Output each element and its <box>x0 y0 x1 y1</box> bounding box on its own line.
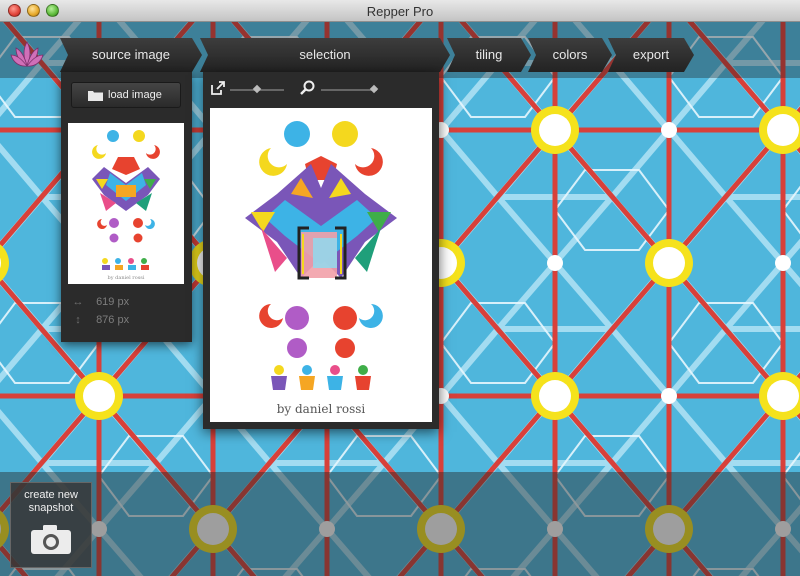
zoom-slider[interactable] <box>321 84 379 94</box>
tab-source-image[interactable]: source image <box>60 38 202 72</box>
tab-export[interactable]: export <box>608 38 694 72</box>
tab-colors[interactable]: colors <box>528 38 612 72</box>
artwork-credit: by daniel rossi <box>276 402 366 416</box>
tab-selection[interactable]: selection <box>200 38 450 72</box>
expand-icon[interactable] <box>211 81 225 95</box>
tab-tiling[interactable]: tiling <box>447 38 531 72</box>
create-snapshot-button[interactable]: create new snapshot <box>10 482 92 568</box>
folder-icon <box>88 91 103 101</box>
selection-toolbar <box>203 72 439 106</box>
snapshot-strip <box>0 472 800 576</box>
snapshot-label-line-1: create new <box>24 489 78 501</box>
height-arrow-icon: ↕ <box>75 314 81 326</box>
load-image-button[interactable]: load image <box>71 82 181 108</box>
width-arrow-icon: ↔ <box>72 296 84 308</box>
window-title: Repper Pro <box>366 4 434 19</box>
zoom-slider-knob[interactable] <box>369 84 379 94</box>
source-image-panel: load image by daniel rossi ↔ 619 px ↕ 87… <box>61 72 192 342</box>
source-artwork: by daniel rossi <box>92 130 160 281</box>
lotus-logo-icon <box>10 41 44 67</box>
snapshot-label-line-2: snapshot <box>28 502 74 514</box>
rotation-slider[interactable] <box>230 84 284 94</box>
load-image-label: load image <box>108 89 162 101</box>
selection-artwork <box>245 121 397 390</box>
zoom-icon[interactable] <box>300 80 315 95</box>
source-image-thumbnail[interactable]: by daniel rossi <box>68 123 184 284</box>
image-width-readout: ↔ 619 px <box>71 296 130 308</box>
image-width-value: 619 px <box>96 296 130 308</box>
selection-preview[interactable]: by daniel rossi <box>210 108 432 422</box>
selection-panel: by daniel rossi <box>203 72 439 429</box>
title-bar: Repper Pro <box>0 0 800 22</box>
camera-icon <box>31 525 71 554</box>
image-height-value: 876 px <box>96 314 130 326</box>
image-height-readout: ↕ 876 px <box>71 314 129 326</box>
thumb-caption: by daniel rossi <box>108 275 145 281</box>
rotation-slider-knob[interactable] <box>252 84 262 94</box>
